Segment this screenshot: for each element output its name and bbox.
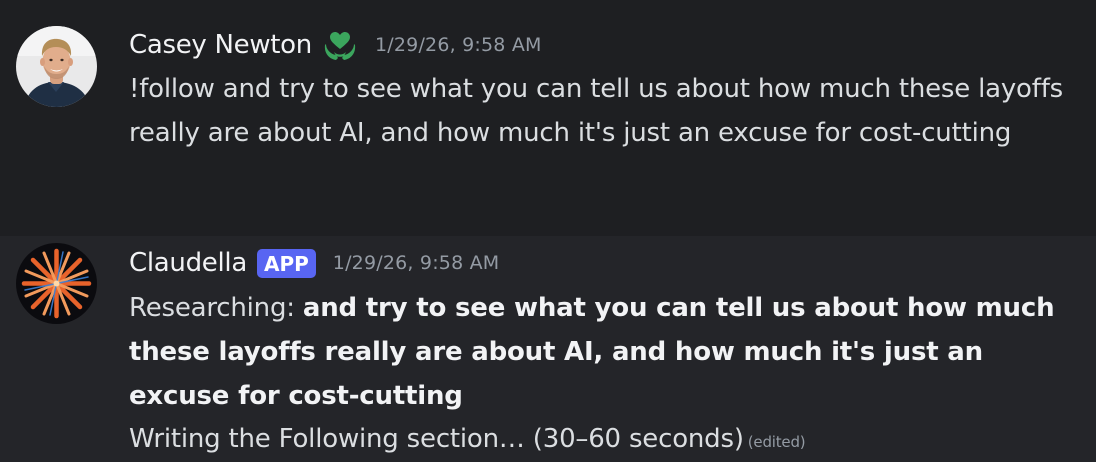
message-item[interactable]: Casey Newton 1/29/26, 9:58 AM !follow an… [0,0,1096,236]
timestamp[interactable]: 1/29/26, 9:58 AM [333,252,500,274]
timestamp[interactable]: 1/29/26, 9:58 AM [375,34,542,56]
avatar[interactable] [16,26,97,107]
avatar[interactable] [16,243,97,324]
status-text: Writing the Following section… (30–60 se… [129,424,744,454]
edited-label[interactable]: (edited) [748,433,806,451]
username[interactable]: Claudella [129,248,247,278]
message-header: Claudella APP 1/29/26, 9:58 AM [129,243,499,283]
username[interactable]: Casey Newton [129,30,312,60]
chat-messages: Casey Newton 1/29/26, 9:58 AM !follow an… [0,0,1096,462]
research-prefix: Researching: [129,293,303,323]
message-item[interactable]: Claudella APP 1/29/26, 9:58 AM Researchi… [0,236,1096,462]
heart-hands-icon[interactable] [322,27,358,63]
app-tag: APP [256,248,316,278]
avatar-image [16,26,97,107]
message-content: Researching: and try to see what you can… [129,286,1079,418]
status-line: Writing the Following section… (30–60 se… [129,417,806,462]
message-header: Casey Newton 1/29/26, 9:58 AM [129,25,542,65]
message-content: !follow and try to see what you can tell… [129,74,1064,148]
avatar-image [16,243,97,324]
